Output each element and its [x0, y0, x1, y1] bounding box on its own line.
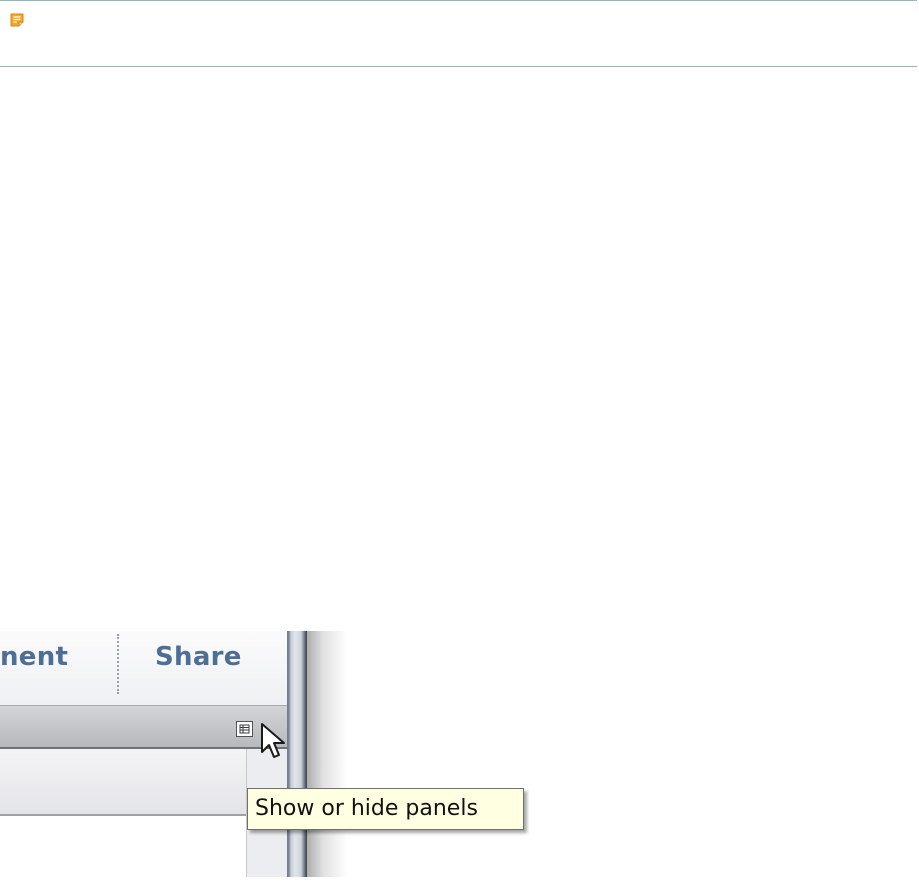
panel-content-area: [0, 816, 246, 877]
tab-bar: nent Share: [0, 631, 287, 705]
show-hide-panels-button[interactable]: [236, 721, 253, 737]
window-shadow: [307, 631, 347, 877]
tooltip: Show or hide panels: [247, 788, 524, 830]
panel-subheader: [0, 749, 246, 816]
tab-comment[interactable]: nent: [0, 642, 68, 672]
tab-separator: [117, 634, 119, 694]
note-icon: [10, 12, 24, 27]
note-callout: [0, 0, 917, 67]
mouse-pointer-icon: [261, 723, 285, 758]
embedded-screenshot: nent Share Show or hide panels: [0, 631, 540, 877]
tab-share[interactable]: Share: [155, 642, 242, 672]
panels-toggle-icon: [239, 724, 250, 734]
